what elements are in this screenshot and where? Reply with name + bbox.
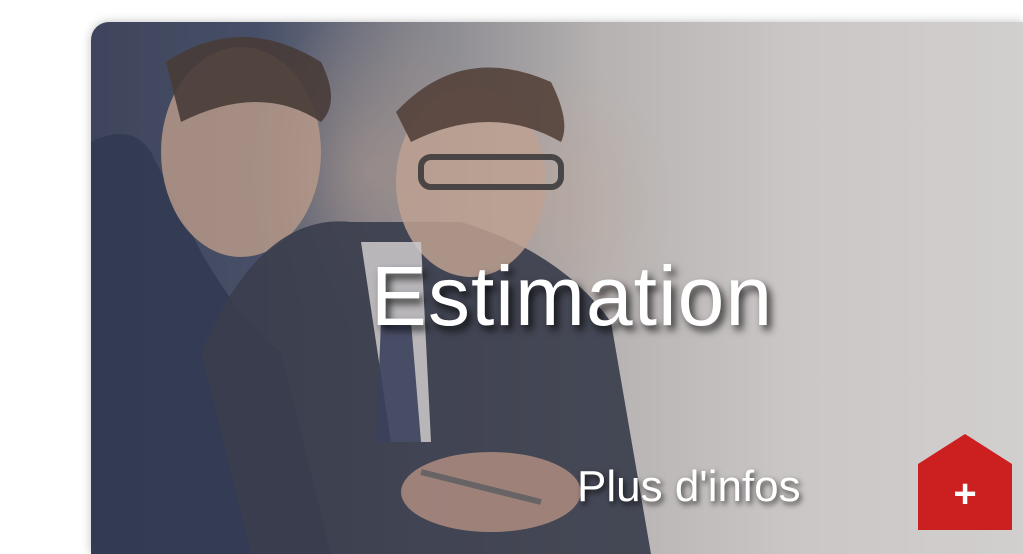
card-title: Estimation xyxy=(370,249,774,343)
more-info-link[interactable]: Plus d'infos xyxy=(577,462,801,512)
more-info-button[interactable]: + xyxy=(918,434,1012,530)
plus-icon: + xyxy=(953,472,977,516)
estimation-card[interactable]: Estimation Plus d'infos + xyxy=(91,22,1023,554)
